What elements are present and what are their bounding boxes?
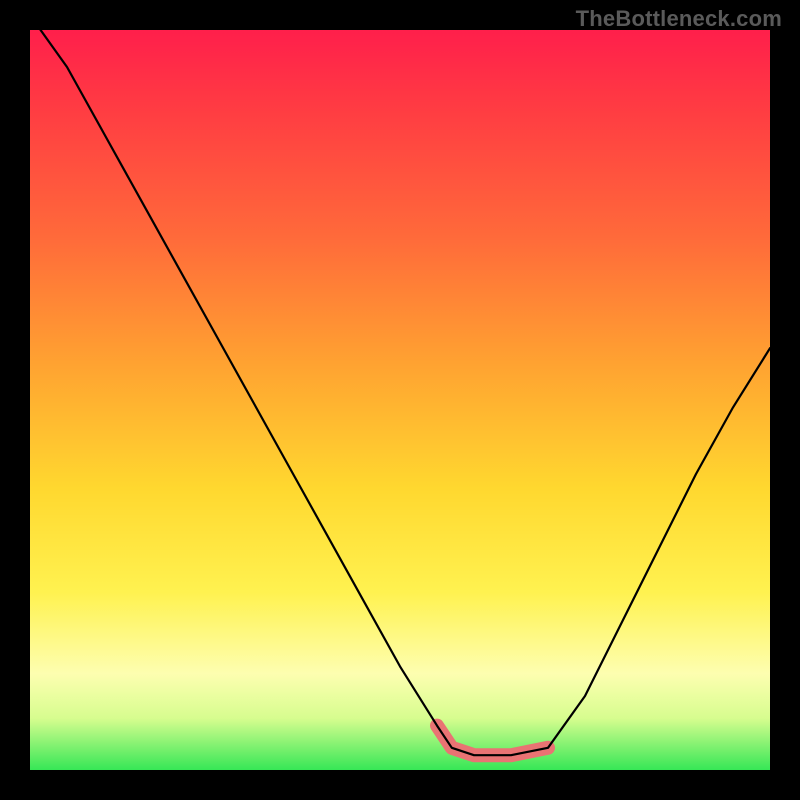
watermark-text: TheBottleneck.com	[576, 6, 782, 32]
plot-area	[30, 30, 770, 770]
chart-svg	[30, 30, 770, 770]
chart-frame: TheBottleneck.com	[0, 0, 800, 800]
bottleneck-curve-line	[30, 30, 770, 755]
